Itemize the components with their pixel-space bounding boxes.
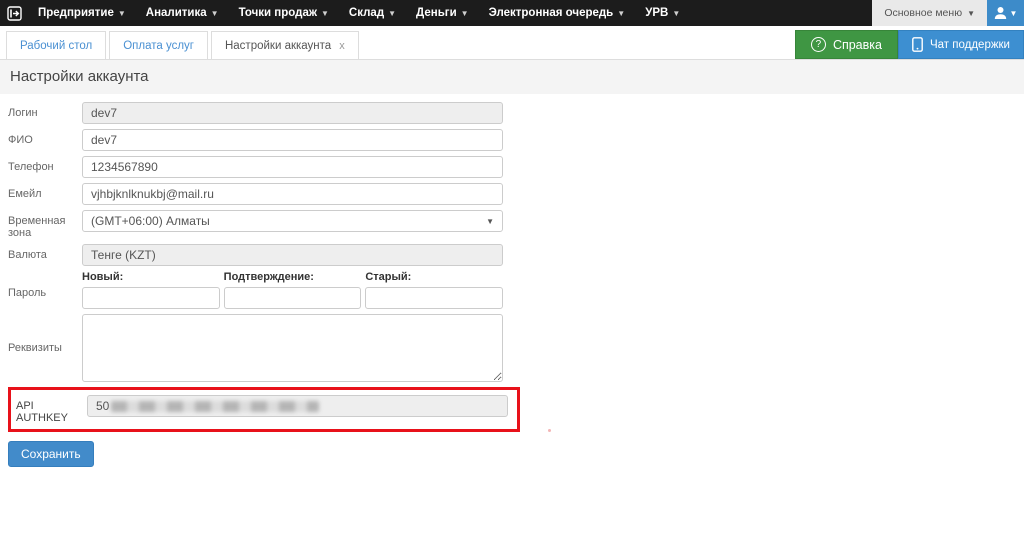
form-row-login: Логин dev7 [8,102,1016,124]
tab-label: Настройки аккаунта [225,40,331,52]
form-row-fio: ФИО [8,129,1016,151]
form-row-password: Пароль Новый: Подтверждение: Старый: [8,271,1016,309]
chevron-down-icon: ▼ [672,9,680,18]
tab-label: Оплата услуг [123,40,194,52]
tab-account-settings[interactable]: Настройки аккаунта x [211,31,359,59]
chat-button-label: Чат поддержки [930,39,1010,51]
tab-label: Рабочий стол [20,40,92,52]
help-button[interactable]: ? Справка [795,30,898,59]
user-menu-button[interactable]: ▼ [987,0,1024,26]
login-label: Логин [8,102,82,124]
api-authkey-label: API AUTHKEY [16,395,87,424]
password-confirm-field[interactable] [224,287,362,309]
nav-item-warehouse[interactable]: Склад ▼ [339,0,406,26]
tab-payment-services[interactable]: Оплата услуг [109,31,208,59]
close-icon[interactable]: x [339,40,345,52]
password-confirm-label: Подтверждение: [224,271,362,283]
sidebar-toggle-icon[interactable] [0,0,28,26]
marker-artifact-dot [548,429,551,432]
chevron-down-icon: ▼ [211,9,219,18]
nav-item-equeue[interactable]: Электронная очередь▼ [479,0,636,26]
password-new-col: Новый: [82,271,220,309]
top-navbar: Предприятие ▼ Аналитика ▼ Точки продаж ▼ Ск… [0,0,1024,26]
nav-item-label: Предприятие [38,7,114,19]
main-menu-dropdown[interactable]: Основное меню ▼ [872,0,987,26]
chevron-down-icon: ▼ [967,9,975,18]
nav-item-label: Деньги [416,7,457,19]
nav-item-enterprise[interactable]: Предприятие ▼ [28,0,136,26]
phone-icon [912,37,923,52]
timezone-selected-value: (GMT+06:00) Алматы [91,214,210,228]
phone-label: Телефон [8,156,82,178]
chevron-down-icon: ▼ [461,9,469,18]
password-new-field[interactable] [82,287,220,309]
password-old-col: Старый: [365,271,503,309]
nav-item-label: Аналитика [146,7,207,19]
redacted-blur [111,401,319,412]
select-arrow-icon: ▼ [486,217,494,226]
chevron-down-icon: ▼ [321,9,329,18]
login-field: dev7 [82,102,503,124]
nav-item-pos[interactable]: Точки продаж ▼ [229,0,339,26]
tab-desktop[interactable]: Рабочий стол [6,31,106,59]
chevron-down-icon: ▼ [617,9,625,18]
nav-item-analytics[interactable]: Аналитика ▼ [136,0,229,26]
form-row-phone: Телефон [8,156,1016,178]
account-settings-form: Логин dev7 ФИО Телефон Емейл Временная з… [0,94,1024,475]
email-field[interactable] [82,183,503,205]
strip-actions: ? Справка Чат поддержки [795,30,1024,59]
password-confirm-col: Подтверждение: [224,271,362,309]
user-icon [994,6,1007,20]
currency-label: Валюта [8,244,82,266]
password-old-label: Старый: [365,271,503,283]
help-button-label: Справка [833,38,882,52]
chevron-down-icon: ▼ [118,9,126,18]
password-old-field[interactable] [365,287,503,309]
nav-item-money[interactable]: Деньги ▼ [406,0,479,26]
password-label: Пароль [8,271,82,309]
form-row-currency: Валюта Тенге (KZT) [8,244,1016,266]
requisites-label: Реквизиты [8,314,82,382]
fio-field[interactable] [82,129,503,151]
navbar-right: Основное меню ▼ ▼ [872,0,1024,26]
timezone-select[interactable]: (GMT+06:00) Алматы ▼ [82,210,503,232]
tab-strip: Рабочий стол Оплата услуг Настройки акка… [0,26,1024,60]
save-button[interactable]: Сохранить [8,441,94,467]
chevron-down-icon: ▼ [388,9,396,18]
password-new-label: Новый: [82,271,220,283]
email-label: Емейл [8,183,82,205]
main-menu-label: Основное меню [884,7,962,19]
form-row-timezone: Временная зона (GMT+06:00) Алматы ▼ [8,210,1016,239]
form-row-email: Емейл [8,183,1016,205]
form-row-requisites: Реквизиты [8,314,1016,382]
timezone-label: Временная зона [8,210,82,239]
currency-field: Тенге (KZT) [82,244,503,266]
nav-item-label: Точки продаж [239,7,317,19]
api-authkey-highlight-box: API AUTHKEY 50 [8,387,520,432]
phone-field[interactable] [82,156,503,178]
logout-arrow-icon [7,6,22,21]
requisites-textarea[interactable] [82,314,503,382]
nav-item-urv[interactable]: УРВ ▼ [635,0,690,26]
fio-label: ФИО [8,129,82,151]
page-title: Настройки аккаунта [0,60,1024,94]
nav-item-label: УРВ [645,7,668,19]
question-mark-icon: ? [811,37,826,52]
nav-item-label: Электронная очередь [489,7,614,19]
chevron-down-icon: ▼ [1010,9,1018,18]
support-chat-button[interactable]: Чат поддержки [898,30,1024,59]
nav-item-label: Склад [349,7,384,19]
api-authkey-value: 50 [96,399,109,413]
api-authkey-field: 50 [87,395,508,417]
